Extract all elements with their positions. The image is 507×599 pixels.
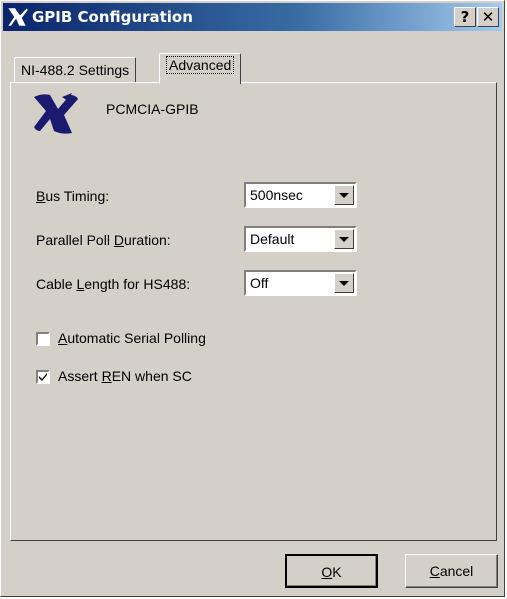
label-part: K: [332, 564, 342, 580]
bus-timing-label: Bus Timing:: [36, 188, 109, 204]
label-part: EN when SC: [111, 368, 192, 384]
tab-label: Advanced: [166, 56, 235, 74]
label-mnemonic: D: [113, 232, 124, 248]
label-mnemonic: R: [101, 368, 112, 384]
cable-length-select[interactable]: Off: [244, 270, 357, 296]
parallel-poll-duration-select[interactable]: Default: [244, 226, 357, 252]
bus-timing-value: 500nsec: [250, 187, 303, 203]
cable-length-label: Cable Length for HS488:: [36, 276, 190, 292]
label-part: Assert: [58, 368, 102, 384]
dialog-window: GPIB Configuration ? ✕ NI-488.2 Settings…: [0, 0, 505, 597]
label-mnemonic: C: [429, 563, 440, 579]
label-part: ancel: [439, 563, 474, 579]
help-button[interactable]: ?: [454, 7, 476, 27]
ni-logo-icon: [7, 7, 29, 27]
automatic-serial-polling-label[interactable]: Automatic Serial Polling: [58, 330, 206, 346]
chevron-down-icon[interactable]: [334, 185, 354, 205]
label-part: utomatic Serial Polling: [67, 330, 206, 346]
ok-button[interactable]: OK: [285, 554, 378, 588]
tab-ni-488-settings[interactable]: NI-488.2 Settings: [14, 57, 137, 83]
parallel-poll-duration-label: Parallel Poll Duration:: [36, 232, 171, 248]
tab-label: NI-488.2 Settings: [21, 62, 130, 78]
national-instruments-logo-icon: [34, 93, 78, 134]
label-mnemonic: B: [36, 188, 46, 204]
advanced-tab-panel: [10, 82, 497, 541]
parallel-poll-duration-value: Default: [250, 231, 295, 247]
assert-ren-label[interactable]: Assert REN when SC: [58, 368, 192, 384]
device-name: PCMCIA-GPIB: [106, 101, 199, 117]
window-title: GPIB Configuration: [32, 8, 193, 26]
cancel-button[interactable]: Cancel: [405, 554, 498, 588]
label-mnemonic: A: [58, 330, 68, 346]
chevron-down-icon[interactable]: [334, 273, 354, 293]
label-part: ength for HS488:: [84, 276, 191, 292]
bus-timing-select[interactable]: 500nsec: [244, 182, 357, 208]
tab-advanced[interactable]: Advanced: [159, 53, 242, 84]
chevron-down-icon[interactable]: [334, 229, 354, 249]
automatic-serial-polling-checkbox[interactable]: [36, 332, 50, 346]
label-mnemonic: O: [321, 564, 333, 580]
close-button[interactable]: ✕: [477, 7, 499, 27]
label-part: us Timing:: [45, 188, 110, 204]
title-bar[interactable]: GPIB Configuration ? ✕: [3, 3, 502, 31]
label-part: uration:: [123, 232, 171, 248]
cable-length-value: Off: [250, 275, 269, 291]
label-part: Cable: [36, 276, 77, 292]
assert-ren-checkbox[interactable]: [36, 370, 50, 384]
label-part: Parallel Poll: [36, 232, 114, 248]
checkmark-icon: [39, 373, 47, 381]
